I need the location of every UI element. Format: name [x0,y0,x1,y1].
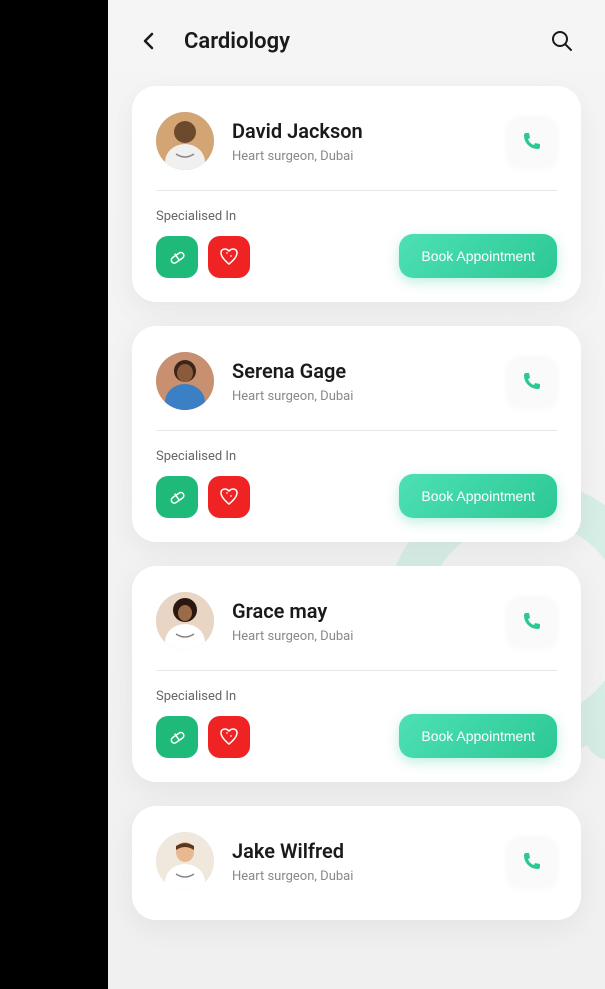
book-appointment-button[interactable]: Book Appointment [399,234,557,278]
chevron-left-icon [142,32,156,50]
card-body: Specialised In Book Appointment [156,671,557,758]
avatar [156,352,214,410]
doctor-card: Serena Gage Heart surgeon, Dubai Special… [132,326,581,542]
card-header: David Jackson Heart surgeon, Dubai [156,112,557,191]
doctor-name: Grace may [232,599,489,623]
header: Cardiology [108,0,605,78]
card-body: Specialised In Book Appointment [156,191,557,278]
book-appointment-button[interactable]: Book Appointment [399,474,557,518]
back-button[interactable] [138,30,160,52]
doctor-card: Grace may Heart surgeon, Dubai Specialis… [132,566,581,782]
doctor-subtitle: Heart surgeon, Dubai [232,629,489,644]
doctor-name: Serena Gage [232,359,489,383]
phone-icon [522,371,542,391]
phone-icon [522,611,542,631]
phone-icon [522,131,542,151]
doctor-name: Jake Wilfred [232,839,489,863]
specialised-section: Specialised In [156,689,250,758]
heart-icon [208,476,250,518]
specialty-icons [156,236,250,278]
heart-icon [208,236,250,278]
call-button[interactable] [507,596,557,646]
doctor-card: Jake Wilfred Heart surgeon, Dubai [132,806,581,920]
call-button[interactable] [507,356,557,406]
card-header: Grace may Heart surgeon, Dubai [156,592,557,671]
specialised-section: Specialised In [156,209,250,278]
pill-icon [156,716,198,758]
card-header: Serena Gage Heart surgeon, Dubai [156,352,557,431]
doctor-list: David Jackson Heart surgeon, Dubai Speci… [108,78,605,952]
call-button[interactable] [507,836,557,886]
phone-frame: Cardiology David Jackson Heart surgeon, … [108,0,605,989]
doctor-info: Jake Wilfred Heart surgeon, Dubai [232,839,489,884]
doctor-info: Grace may Heart surgeon, Dubai [232,599,489,644]
doctor-card: David Jackson Heart surgeon, Dubai Speci… [132,86,581,302]
call-button[interactable] [507,116,557,166]
doctor-subtitle: Heart surgeon, Dubai [232,389,489,404]
specialised-label: Specialised In [156,689,250,704]
doctor-info: Serena Gage Heart surgeon, Dubai [232,359,489,404]
card-header: Jake Wilfred Heart surgeon, Dubai [156,832,557,896]
pill-icon [156,236,198,278]
avatar [156,592,214,650]
search-button[interactable] [549,28,575,54]
doctor-subtitle: Heart surgeon, Dubai [232,149,489,164]
specialised-label: Specialised In [156,209,250,224]
doctor-subtitle: Heart surgeon, Dubai [232,869,489,884]
avatar [156,112,214,170]
doctor-name: David Jackson [232,119,489,143]
phone-icon [522,851,542,871]
specialised-section: Specialised In [156,449,250,518]
page-title: Cardiology [184,29,290,54]
avatar [156,832,214,890]
heart-icon [208,716,250,758]
pill-icon [156,476,198,518]
specialty-icons [156,476,250,518]
specialty-icons [156,716,250,758]
card-body: Specialised In Book Appointment [156,431,557,518]
specialised-label: Specialised In [156,449,250,464]
search-icon [551,30,573,52]
book-appointment-button[interactable]: Book Appointment [399,714,557,758]
doctor-info: David Jackson Heart surgeon, Dubai [232,119,489,164]
